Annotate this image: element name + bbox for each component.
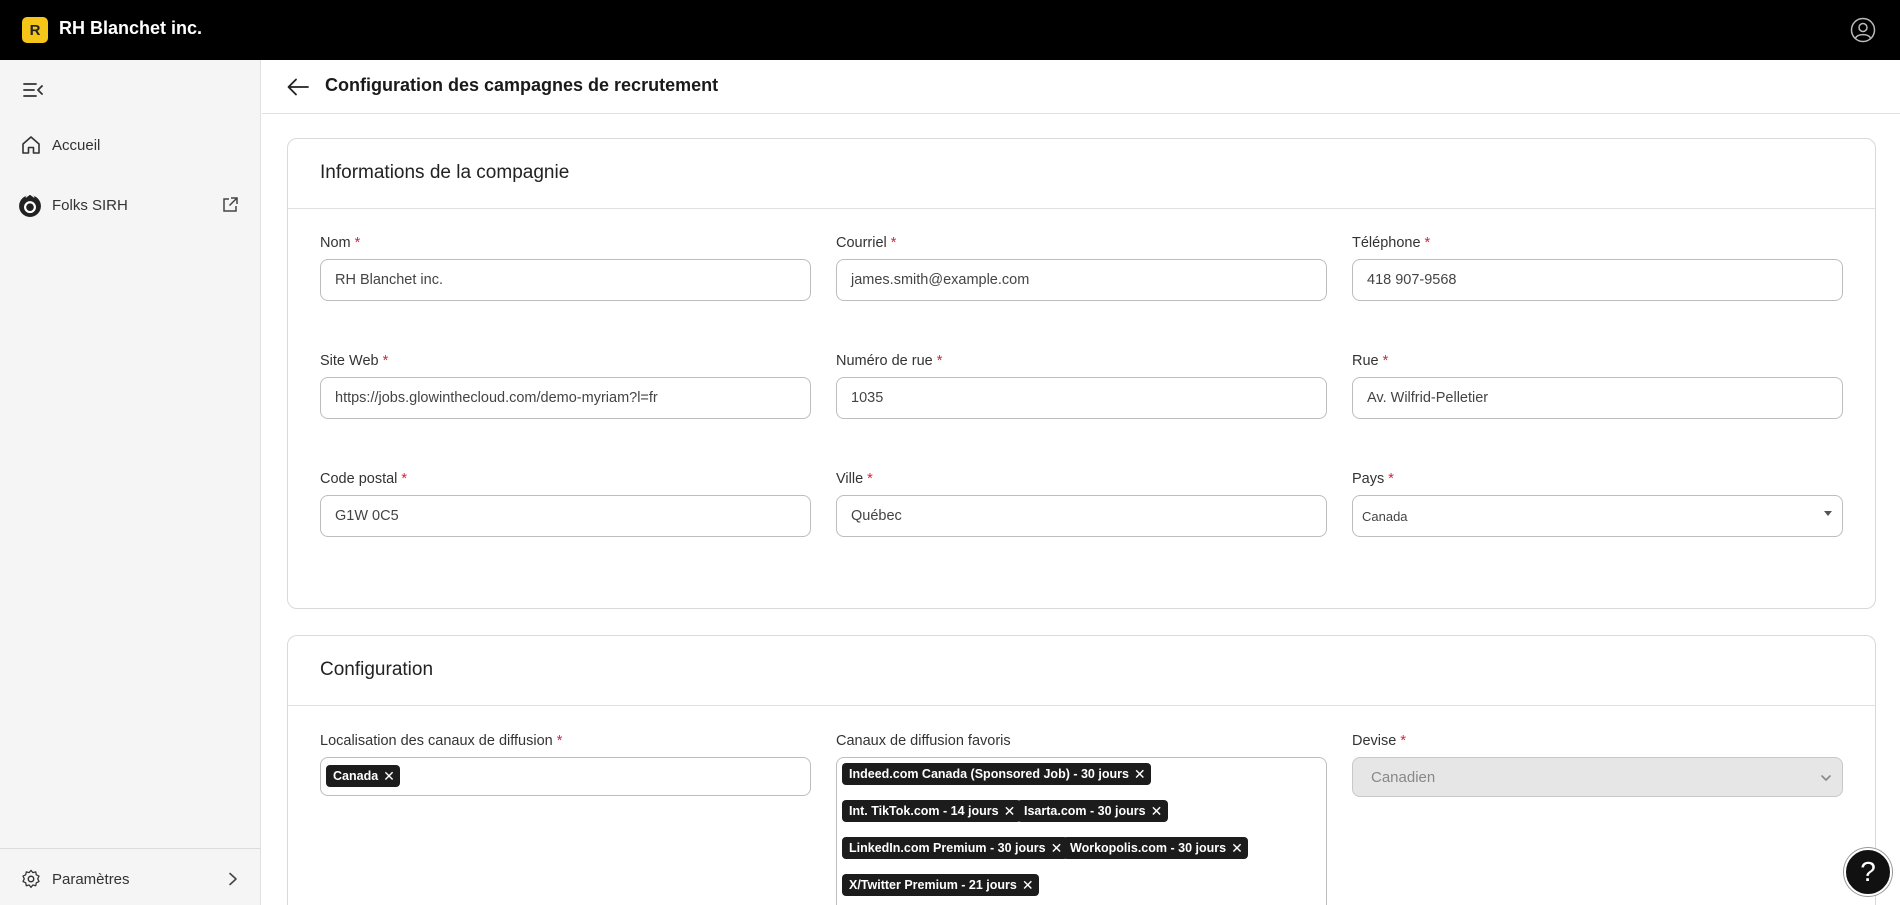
top-bar: R RH Blanchet inc. <box>0 0 1900 60</box>
channels-tag-input[interactable]: Indeed.com Canada (Sponsored Job) - 30 j… <box>836 757 1327 905</box>
tag-chip: Indeed.com Canada (Sponsored Job) - 30 j… <box>842 763 1151 785</box>
street-input[interactable]: Av. Wilfrid-Pelletier <box>1352 377 1843 419</box>
external-link-icon <box>223 197 238 212</box>
card-title: Configuration <box>320 659 434 680</box>
currency-label: Devise * <box>1352 733 1406 749</box>
tag-chip: X/Twitter Premium - 21 jours ✕ <box>842 874 1039 896</box>
location-tag-input[interactable]: Canada ✕ <box>320 757 811 796</box>
remove-tag-icon[interactable]: ✕ <box>1134 767 1146 781</box>
page-title: Configuration des campagnes de recruteme… <box>325 75 719 95</box>
dropdown-arrow-icon <box>1824 511 1832 516</box>
remove-tag-icon[interactable]: ✕ <box>1231 841 1243 855</box>
chevron-down-icon <box>1821 775 1831 781</box>
tag-chip: Isarta.com - 30 jours ✕ <box>1017 800 1168 822</box>
remove-tag-icon[interactable]: ✕ <box>1051 841 1063 855</box>
folks-logo-icon <box>19 193 41 217</box>
location-label: Localisation des canaux de diffusion * <box>320 733 563 749</box>
street-number-label: Numéro de rue * <box>836 353 943 369</box>
gear-icon <box>22 869 40 888</box>
configuration-card: Configuration Localisation des canaux de… <box>287 635 1876 905</box>
country-label: Pays * <box>1352 471 1394 487</box>
phone-input[interactable]: 418 907-9568 <box>1352 259 1843 301</box>
main-content: Configuration des campagnes de recruteme… <box>262 60 1900 905</box>
company-logo: R <box>22 17 48 43</box>
collapse-menu-icon[interactable] <box>23 82 43 98</box>
sidebar-divider <box>0 848 261 849</box>
remove-tag-icon[interactable]: ✕ <box>1004 804 1016 818</box>
home-icon <box>22 136 40 154</box>
website-label: Site Web * <box>320 353 389 369</box>
sidebar-item-parametres[interactable]: Paramètres <box>0 862 261 896</box>
tag-chip: Workopolis.com - 30 jours ✕ <box>1063 837 1249 859</box>
user-account-icon[interactable] <box>1850 17 1876 43</box>
tag-chip: Int. TikTok.com - 14 jours ✕ <box>842 800 1021 822</box>
city-input[interactable]: Québec <box>836 495 1327 537</box>
sidebar-item-label: Paramètres <box>52 870 130 888</box>
remove-tag-icon[interactable]: ✕ <box>383 769 395 783</box>
card-divider <box>288 208 1875 209</box>
tag-chip: Canada ✕ <box>326 765 401 787</box>
back-arrow-icon[interactable] <box>286 75 310 99</box>
tag-chip: LinkedIn.com Premium - 30 jours ✕ <box>842 837 1068 859</box>
street-number-input[interactable]: 1035 <box>836 377 1327 419</box>
name-input[interactable]: RH Blanchet inc. <box>320 259 811 301</box>
email-input[interactable]: james.smith@example.com <box>836 259 1327 301</box>
remove-tag-icon[interactable]: ✕ <box>1022 878 1034 892</box>
remove-tag-icon[interactable]: ✕ <box>1151 804 1163 818</box>
page-header: Configuration des campagnes de recruteme… <box>262 60 1900 114</box>
sidebar: Accueil Folks SIRH Paramètres <box>0 60 261 905</box>
website-input[interactable]: https://jobs.glowinthecloud.com/demo-myr… <box>320 377 811 419</box>
city-label: Ville * <box>836 471 873 487</box>
app-title: RH Blanchet inc. <box>59 18 203 38</box>
sidebar-item-label: Folks SIRH <box>52 196 128 214</box>
sidebar-item-accueil[interactable]: Accueil <box>0 128 261 162</box>
phone-label: Téléphone * <box>1352 235 1431 251</box>
country-select[interactable]: Canada <box>1352 495 1843 537</box>
sidebar-item-folks-sirh[interactable]: Folks SIRH <box>0 188 261 222</box>
email-label: Courriel * <box>836 235 897 251</box>
postal-code-input[interactable]: G1W 0C5 <box>320 495 811 537</box>
postal-code-label: Code postal * <box>320 471 408 487</box>
name-label: Nom * <box>320 235 361 251</box>
card-title: Informations de la compagnie <box>320 162 570 183</box>
chevron-right-icon <box>229 872 237 886</box>
street-label: Rue * <box>1352 353 1389 369</box>
sidebar-item-label: Accueil <box>52 136 101 154</box>
help-button[interactable]: ? <box>1844 848 1892 896</box>
card-divider <box>288 705 1875 706</box>
company-info-card: Informations de la compagnie Nom * RH Bla… <box>287 138 1876 609</box>
channels-label: Canaux de diffusion favoris <box>836 733 1011 749</box>
currency-select: Canadien <box>1352 757 1843 797</box>
